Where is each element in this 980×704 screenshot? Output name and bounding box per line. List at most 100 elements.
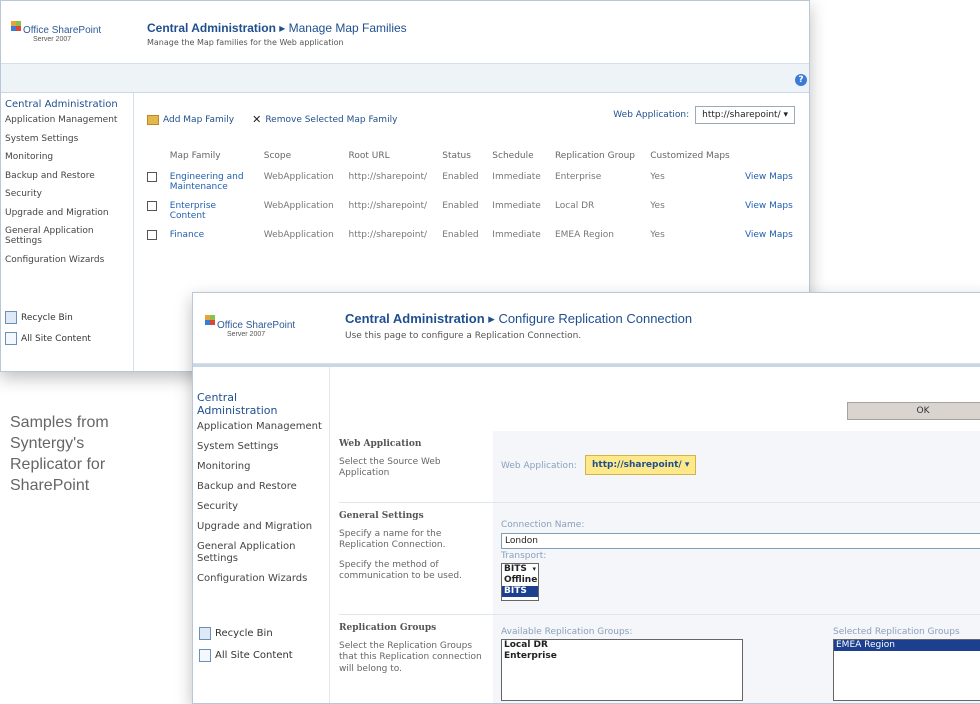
view-maps-link[interactable]: View Maps [739,227,801,249]
sidebar-item[interactable]: Security [5,189,133,199]
table-cell: Yes [650,230,665,240]
row-checkbox[interactable] [147,172,157,182]
web-application-label: Web Application: [501,461,577,471]
page-title: Central Administration ▸ Manage Map Fami… [147,21,407,35]
column-header[interactable]: Status [436,151,486,169]
sidebar-item[interactable]: Backup and Restore [5,171,133,181]
document-icon [199,649,211,662]
help-icon[interactable]: ? [795,74,807,86]
table-cell: Enterprise [554,172,602,182]
map-family-link[interactable]: Finance [164,227,258,249]
column-header[interactable]: Replication Group [549,151,644,169]
sidebar-item[interactable]: System Settings [197,441,329,453]
available-groups-label: Available Replication Groups: [501,627,633,637]
section-description: Select the Replication Groups that this … [339,641,482,674]
table-cell: Enabled [442,230,479,240]
all-site-content-link[interactable]: All Site Content [5,332,91,345]
list-item[interactable]: Local DR [502,640,742,651]
row-checkbox[interactable] [147,201,157,211]
table-cell: WebApplication [263,230,334,240]
general-settings-section: General Settings Specify a name for the … [339,511,487,582]
table-cell: Enabled [442,172,479,182]
document-icon [5,332,17,345]
page-title: Central Administration ▸ Configure Repli… [345,311,693,326]
recycle-bin-link[interactable]: Recycle Bin [199,627,293,640]
view-maps-link[interactable]: View Maps [739,169,801,198]
recycle-bin-icon [5,311,17,324]
table-row: Enterprise Content WebApplication http://s… [141,198,801,227]
transport-option[interactable]: Offline [502,575,538,586]
top-nav-band: ? [1,64,809,93]
remove-map-family-button[interactable]: ✕ Remove Selected Map Family [252,113,397,126]
add-map-family-button[interactable]: Add Map Family [147,114,234,125]
web-application-select[interactable]: http://sharepoint/ ▾ [695,106,795,124]
sidebar-item[interactable]: Monitoring [197,461,329,473]
selected-groups-label: Selected Replication Groups [833,627,960,637]
connection-name-input[interactable]: London [501,533,980,549]
map-family-link[interactable]: Enterprise Content [164,198,258,227]
replication-form: Web Application Select the Source Web Ap… [339,431,980,703]
sidebar-item[interactable]: Upgrade and Migration [5,208,133,218]
image-caption: Samples from Syntergy's Replicator for S… [10,414,109,494]
chevron-down-icon: ▾ [532,565,536,573]
page-header: Office SharePoint Server 2007 Central Ad… [193,293,980,364]
table-cell: Immediate [492,201,541,211]
connection-name-label: Connection Name: [501,520,585,530]
list-item-selected[interactable]: EMEA Region [834,640,980,651]
recycle-bin-link[interactable]: Recycle Bin [5,311,91,324]
column-header[interactable] [739,151,801,169]
replication-groups-section: Replication Groups Select the Replicatio… [339,623,487,675]
sidebar-item[interactable]: Application Management [197,421,329,433]
page-subtitle: Manage the Map families for the Web appl… [147,38,344,47]
list-item[interactable]: Enterprise [502,651,742,662]
sidebar-item[interactable]: Security [197,501,329,513]
table-cell: Yes [650,201,665,211]
sidebar-item[interactable]: Monitoring [5,152,133,162]
row-checkbox[interactable] [147,230,157,240]
web-application-section: Web Application Select the Source Web Ap… [339,439,487,480]
transport-select[interactable]: BITS ▾ Offline BITS [501,563,539,601]
map-family-link[interactable]: Engineering and Maintenance [164,169,258,198]
table-cell: Immediate [492,172,541,182]
column-header[interactable]: Root URL [343,151,437,169]
configure-replication-screenshot: Office SharePoint Server 2007 Central Ad… [192,292,980,704]
table-cell: Yes [650,172,665,182]
view-maps-link[interactable]: View Maps [739,198,801,227]
transport-label: Transport: [501,551,547,561]
sidebar-item[interactable]: General Application Settings [5,226,133,246]
table-cell: WebApplication [263,201,334,211]
column-header[interactable]: Schedule [486,151,549,169]
title-area: Central Administration ▸ Configure Repli… [345,311,692,341]
sidebar-item[interactable]: System Settings [5,134,133,144]
column-header[interactable]: Scope [258,151,343,169]
section-heading: Replication Groups [339,623,437,633]
all-site-content-link[interactable]: All Site Content [199,649,293,662]
sidebar-item[interactable]: Configuration Wizards [5,255,133,265]
table-cell: EMEA Region [554,230,614,240]
ok-button[interactable]: OK [847,402,980,420]
table-cell: Local DR [554,201,595,211]
sidebar-item[interactable]: Upgrade and Migration [197,521,329,533]
title-area: Central Administration ▸ Manage Map Fami… [147,21,407,47]
map-families-table: Map Family Scope Root URL Status Schedule Rep… [141,151,801,249]
sharepoint-logo: Office SharePoint Server 2007 [205,313,335,345]
transport-option-selected[interactable]: BITS [502,586,538,597]
page-header: Office SharePoint Server 2007 Central Ad… [1,1,809,64]
section-heading: General Settings [339,511,424,521]
sidebar-item[interactable]: General Application Settings [197,541,329,565]
transport-option[interactable]: BITS ▾ [502,564,538,575]
sidebar-item[interactable]: Configuration Wizards [197,573,329,585]
column-header[interactable]: Map Family [164,151,258,169]
web-application-select[interactable]: http://sharepoint/ ▾ [585,455,697,475]
table-row: Finance WebApplication http://sharepoint/E… [141,227,801,249]
sidebar-item[interactable]: Application Management [5,115,133,125]
nav-home-link[interactable]: Central Administration [1,93,133,111]
section-description-transport: Specify the method of communication to b… [339,559,462,581]
sharepoint-logo: Office SharePoint Server 2007 [11,19,141,49]
column-header[interactable]: Customized Maps [644,151,739,169]
sidebar-item[interactable]: Backup and Restore [197,481,329,493]
add-icon [147,114,159,125]
nav-home-link[interactable]: Central Administration [193,367,287,417]
table-cell: WebApplication [263,172,334,182]
delete-icon: ✕ [252,113,262,126]
